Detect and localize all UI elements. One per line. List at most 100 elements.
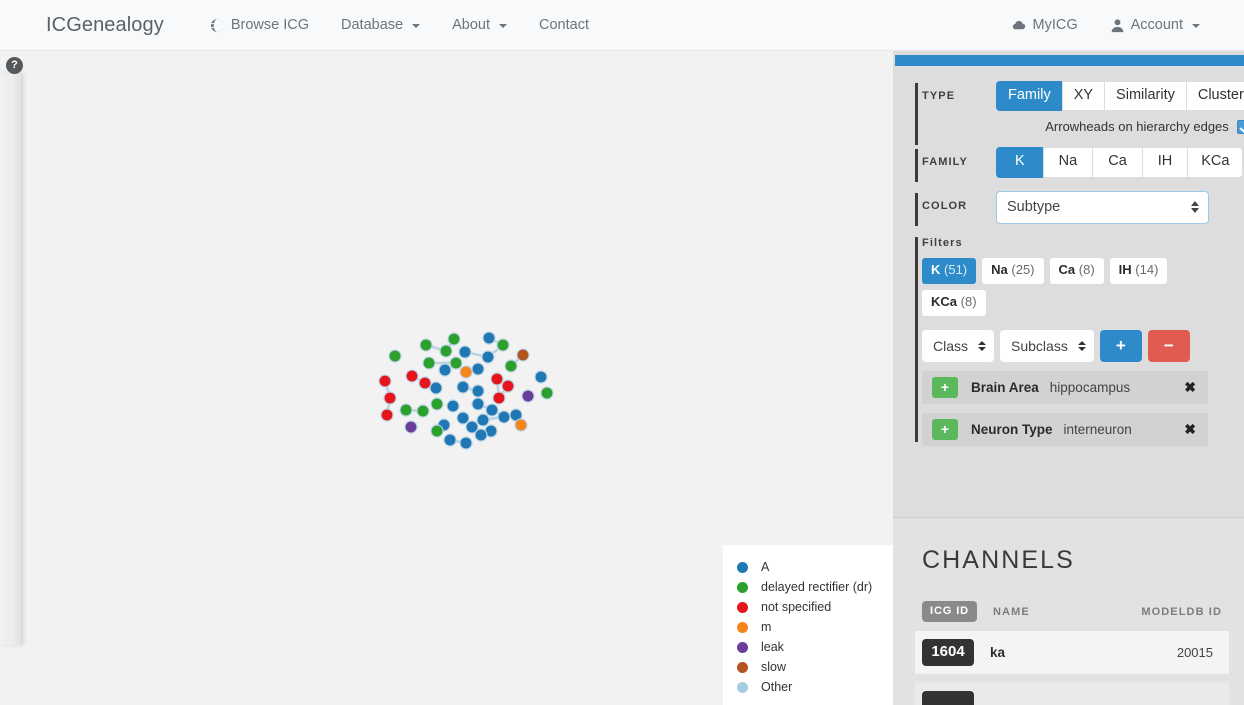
graph-node[interactable]	[490, 372, 504, 386]
graph-node[interactable]	[422, 356, 436, 370]
nav-link-label: MyICG	[1032, 17, 1078, 33]
active-filter-row-brain-area: + Brain Area hippocampus ✖	[922, 370, 1208, 404]
graph-node[interactable]	[439, 344, 453, 358]
table-row[interactable]	[915, 683, 1229, 705]
nav-link-about[interactable]: About	[436, 17, 523, 33]
type-option-similarity[interactable]: Similarity	[1104, 81, 1186, 112]
graph-canvas[interactable]: ? A delayed rectifier (dr) not specified…	[0, 51, 893, 705]
filter-chip-ca[interactable]: Ca (8)	[1049, 257, 1104, 284]
nav-link-database[interactable]: Database	[325, 17, 436, 33]
graph-node[interactable]	[443, 433, 457, 447]
graph-node[interactable]	[430, 397, 444, 411]
graph-node[interactable]	[378, 374, 392, 388]
graph-node[interactable]	[485, 403, 499, 417]
family-option-ca[interactable]: Ca	[1092, 147, 1142, 178]
graph-node[interactable]	[399, 403, 413, 417]
graph-node[interactable]	[497, 410, 511, 424]
nav-link-browse-icg[interactable]: Browse ICG	[194, 17, 325, 33]
graph-node[interactable]	[534, 370, 548, 384]
column-header-name[interactable]: NAME	[993, 606, 1030, 618]
filter-value: interneuron	[1063, 421, 1132, 437]
brand-logo[interactable]: ICGenealogy	[46, 14, 164, 37]
type-option-xy[interactable]: XY	[1061, 81, 1105, 112]
graph-node[interactable]	[418, 376, 432, 390]
filter-chip-na[interactable]: Na (25)	[982, 257, 1044, 284]
graph-node[interactable]	[419, 338, 433, 352]
remove-filter-button[interactable]: −	[1147, 329, 1190, 362]
graph-node[interactable]	[438, 363, 452, 377]
family-option-k[interactable]: K	[996, 147, 1043, 178]
graph-node[interactable]	[456, 411, 470, 425]
graph-node[interactable]	[446, 399, 460, 413]
graph-node[interactable]	[481, 350, 495, 364]
close-icon[interactable]: ✖	[1184, 421, 1196, 438]
graph-node[interactable]	[476, 413, 490, 427]
graph-node[interactable]	[492, 391, 506, 405]
graph-node[interactable]	[430, 424, 444, 438]
cell-icg-id	[922, 691, 974, 705]
graph-node[interactable]	[383, 391, 397, 405]
legend: A delayed rectifier (dr) not specified m…	[723, 545, 893, 705]
family-option-na[interactable]: Na	[1042, 147, 1093, 178]
family-option-kca[interactable]: KCa	[1187, 147, 1244, 178]
graph-node[interactable]	[456, 380, 470, 394]
graph-node[interactable]	[471, 384, 485, 398]
column-header-icg-id[interactable]: ICG ID	[922, 601, 978, 622]
chip-count: (14)	[1135, 261, 1159, 277]
nav-link-myicg[interactable]: MyICG	[995, 17, 1093, 33]
arrowheads-checkbox[interactable]	[1236, 119, 1244, 134]
legend-item: delayed rectifier (dr)	[737, 577, 883, 597]
graph-node[interactable]	[471, 362, 485, 376]
nav-link-account[interactable]: Account	[1094, 17, 1216, 33]
graph-node[interactable]	[471, 397, 485, 411]
table-row[interactable]: 1604 ka 20015	[915, 631, 1229, 674]
chevron-down-icon	[499, 24, 507, 28]
nav-link-label: Contact	[539, 17, 589, 33]
filter-chip-k[interactable]: K (51)	[922, 257, 977, 284]
graph-node[interactable]	[540, 386, 554, 400]
filter-include-toggle[interactable]: +	[932, 376, 958, 398]
graph-node[interactable]	[459, 436, 473, 450]
column-header-modeldb-id[interactable]: MODELDB ID	[1141, 606, 1222, 618]
graph-node[interactable]	[501, 379, 515, 393]
graph-node[interactable]	[447, 332, 461, 346]
filter-chip-ih[interactable]: IH (14)	[1109, 257, 1168, 284]
arrowheads-label: Arrowheads on hierarchy edges	[1045, 119, 1229, 135]
graph-node[interactable]	[504, 359, 518, 373]
close-icon[interactable]: ✖	[1184, 379, 1196, 396]
help-icon[interactable]: ?	[6, 57, 23, 74]
type-button-group: Family XY Similarity Cluster	[996, 81, 1244, 112]
graph-node[interactable]	[405, 369, 419, 383]
graph-node[interactable]	[429, 381, 443, 395]
nav-right-group: MyICG Account	[995, 17, 1216, 33]
type-option-cluster[interactable]: Cluster	[1185, 81, 1244, 112]
color-select[interactable]: Subtype	[996, 190, 1209, 224]
class-select-value: Class	[933, 337, 969, 354]
graph-node[interactable]	[474, 428, 488, 442]
type-option-family[interactable]: Family	[996, 81, 1062, 112]
control-group-color: Color Subtype	[893, 190, 1244, 226]
graph-node[interactable]	[514, 418, 528, 432]
nav-link-contact[interactable]: Contact	[523, 17, 605, 33]
graph-node[interactable]	[516, 348, 530, 362]
filter-include-toggle[interactable]: +	[932, 418, 958, 440]
graph-node[interactable]	[482, 331, 496, 345]
subclass-select[interactable]: Subclass	[1000, 329, 1094, 362]
graph-node[interactable]	[404, 420, 418, 434]
graph-node[interactable]	[416, 404, 430, 418]
filter-chip-kca[interactable]: KCa (8)	[922, 289, 986, 316]
graph-node[interactable]	[496, 338, 510, 352]
class-select[interactable]: Class	[922, 329, 995, 362]
family-option-ih[interactable]: IH	[1141, 147, 1188, 178]
graph-node[interactable]	[459, 365, 473, 379]
chip-count: (8)	[960, 293, 977, 309]
graph-node[interactable]	[521, 389, 535, 403]
add-filter-button[interactable]: +	[1099, 329, 1142, 362]
graph-node[interactable]	[458, 345, 472, 359]
type-body: Family XY Similarity Cluster Arrowheads …	[996, 81, 1244, 134]
graph-node[interactable]	[388, 349, 402, 363]
legend-color-swatch	[737, 581, 748, 593]
legend-item: slow	[737, 657, 883, 677]
graph-node[interactable]	[380, 408, 394, 422]
graph-node[interactable]	[449, 356, 463, 370]
